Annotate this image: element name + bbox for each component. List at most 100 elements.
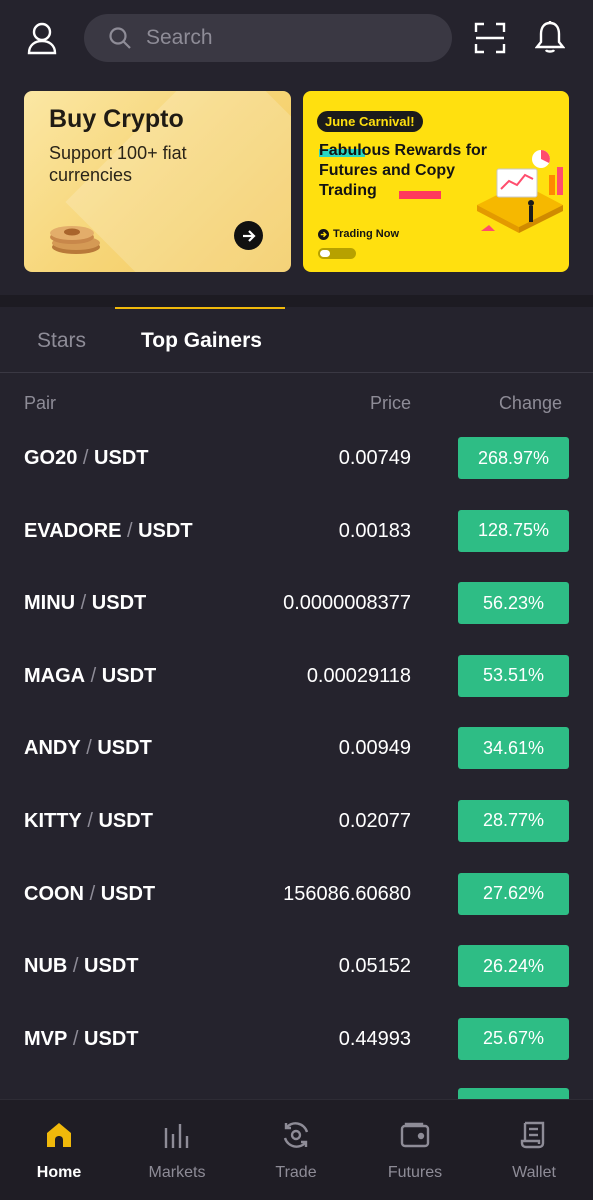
base-asset: KITTY: [24, 809, 82, 832]
quote-asset: USDT: [100, 882, 156, 905]
wallet-icon: [520, 1121, 545, 1149]
pair-separator: /: [86, 737, 92, 760]
change-badge[interactable]: 26.24%: [458, 945, 569, 988]
quote-asset: USDT: [138, 519, 193, 542]
buy-crypto-banner[interactable]: Buy Crypto Support 100+ fiat currencies: [24, 91, 291, 272]
promo-badge: June Carnival!: [317, 111, 423, 132]
top-bar: Search: [0, 0, 593, 78]
pair-separator: /: [80, 592, 87, 615]
table-header: Pair Price Change: [0, 390, 593, 420]
gainers-list: GO20 / USDT 0.00749 268.97% EVADORE / US…: [0, 421, 593, 1074]
column-header-pair[interactable]: Pair: [24, 393, 56, 414]
pair-name: COON / USDT: [24, 883, 155, 906]
quote-asset: USDT: [98, 809, 153, 832]
home-icon: [47, 1123, 71, 1147]
nav-trade-label: Trade: [275, 1164, 317, 1181]
buy-crypto-title: Buy Crypto: [49, 105, 184, 133]
pair-name: EVADORE / USDT: [24, 520, 193, 543]
change-badge[interactable]: 56.23%: [458, 582, 569, 625]
change-badge[interactable]: 268.97%: [458, 437, 569, 479]
quote-asset: USDT: [84, 955, 139, 978]
table-row[interactable]: GO20 / USDT 0.00749 268.97%: [0, 421, 593, 494]
coins-icon: [50, 226, 100, 254]
user-icon: [27, 22, 57, 55]
change-badge[interactable]: 34.61%: [458, 727, 569, 770]
pair-separator: /: [72, 1027, 79, 1050]
search-icon: [109, 27, 131, 49]
pair-name: GO20 / USDT: [24, 447, 149, 470]
price: 0.00749: [338, 447, 411, 469]
base-asset: MVP: [24, 1027, 68, 1050]
nav-trade[interactable]: Trade: [237, 1100, 355, 1200]
nav-home[interactable]: Home: [0, 1100, 118, 1200]
buy-crypto-arrow-button[interactable]: [234, 221, 263, 250]
pair-name: KITTY / USDT: [24, 810, 153, 833]
quote-asset: USDT: [91, 592, 147, 615]
price: 0.05152: [338, 955, 411, 978]
carousel-indicator-fill: [320, 250, 330, 257]
change-badge[interactable]: 27.62%: [458, 872, 569, 915]
search-bar[interactable]: Search: [84, 14, 452, 62]
nav-wallet-label: Wallet: [512, 1164, 556, 1181]
trade-icon: [283, 1122, 309, 1148]
table-row[interactable]: COON / USDT 156086.60680 27.62%: [0, 857, 593, 930]
pair-separator: /: [126, 519, 133, 542]
change-badge[interactable]: 25.67%: [458, 1017, 569, 1060]
table-row[interactable]: MAGA / USDT 0.00029118 53.51%: [0, 639, 593, 712]
change-badge[interactable]: 53.51%: [458, 654, 569, 697]
tab-top-gainers[interactable]: Top Gainers: [141, 329, 262, 353]
base-asset: EVADORE: [24, 519, 122, 542]
pair-separator: /: [82, 447, 89, 469]
price: 0.0000008377: [283, 592, 411, 615]
nav-markets[interactable]: Markets: [118, 1100, 236, 1200]
notifications-button[interactable]: [530, 16, 570, 58]
change-badge[interactable]: 128.75%: [458, 509, 569, 552]
table-row[interactable]: MINU / USDT 0.0000008377 56.23%: [0, 566, 593, 639]
column-header-price[interactable]: Price: [370, 393, 411, 414]
pair-name: MVP / USDT: [24, 1028, 138, 1051]
price: 0.44993: [338, 1027, 411, 1050]
market-tabs: Stars Top Gainers: [0, 307, 593, 373]
nav-futures[interactable]: Futures: [356, 1100, 474, 1200]
nav-home-label: Home: [36, 1164, 82, 1181]
app-screen: Search Buy Crypto Support 100+ fiat curr…: [0, 0, 593, 1200]
nav-futures-label: Futures: [387, 1164, 443, 1181]
pair-name: MAGA / USDT: [24, 665, 156, 688]
table-row[interactable]: NUB / USDT 0.05152 26.24%: [0, 929, 593, 1002]
section-divider: [0, 295, 593, 307]
scan-button[interactable]: [470, 18, 510, 58]
table-row[interactable]: MVP / USDT 0.44993 25.67%: [0, 1002, 593, 1075]
trading-illustration: [477, 150, 563, 233]
nav-wallet[interactable]: Wallet: [475, 1100, 593, 1200]
pair-separator: /: [87, 809, 93, 832]
promo-cta-label: Trading Now: [333, 228, 399, 240]
table-row[interactable]: ANDY / USDT 0.00949 34.61%: [0, 711, 593, 784]
markets-icon: [164, 1124, 189, 1148]
active-tab-indicator: [115, 307, 285, 309]
pair-name: NUB / USDT: [24, 955, 138, 978]
base-asset: COON: [24, 882, 84, 905]
futures-icon: [400, 1122, 430, 1148]
quote-asset: USDT: [94, 447, 149, 469]
profile-button[interactable]: [22, 18, 62, 58]
bell-icon: [535, 21, 565, 53]
change-badge[interactable]: 28.77%: [458, 799, 569, 842]
bottom-navigation: Home Markets Trade Futures Wallet: [0, 1099, 593, 1200]
promo-cta[interactable]: Trading Now: [318, 228, 399, 240]
table-row[interactable]: KITTY / USDT 0.02077 28.77%: [0, 784, 593, 857]
promo-banner[interactable]: June Carnival! Fabulous Rewards for Futu…: [303, 91, 569, 272]
carousel-indicator: [318, 248, 356, 259]
quote-asset: USDT: [97, 737, 152, 760]
tab-stars[interactable]: Stars: [37, 329, 86, 353]
pair-separator: /: [90, 664, 97, 687]
buy-crypto-subtitle: Support 100+ fiat currencies: [49, 143, 187, 185]
price: 0.00949: [338, 737, 411, 760]
scan-icon: [474, 22, 506, 54]
base-asset: NUB: [24, 955, 68, 978]
table-row[interactable]: EVADORE / USDT 0.00183 128.75%: [0, 494, 593, 567]
column-header-change[interactable]: Change: [499, 393, 562, 414]
arrow-right-icon: [242, 229, 256, 242]
base-asset: MINU: [24, 592, 76, 615]
base-asset: GO20: [24, 447, 78, 469]
price: 0.00183: [338, 519, 411, 542]
